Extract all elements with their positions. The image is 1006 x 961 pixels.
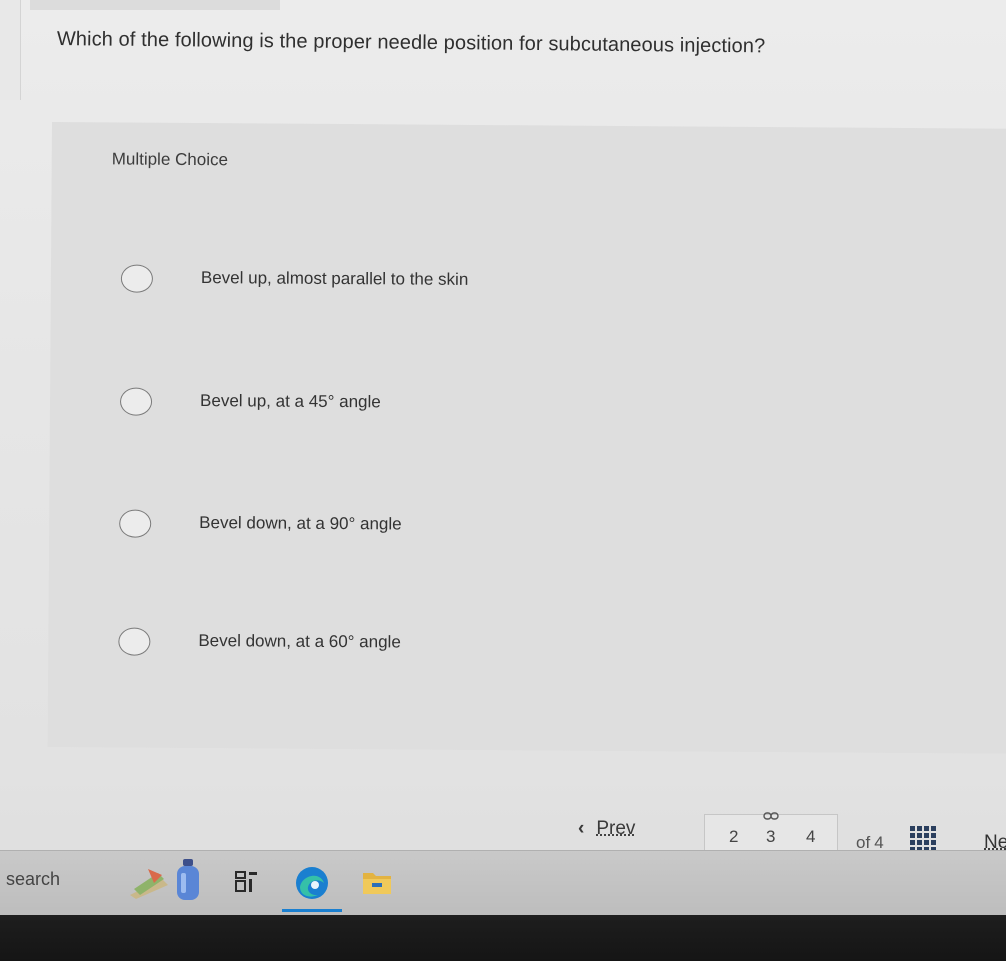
answer-option-1[interactable]: Bevel up, almost parallel to the skin — [120, 262, 921, 308]
link-icon — [763, 809, 779, 824]
page-number-4[interactable]: 4 — [806, 827, 815, 847]
answer-option-label: Bevel down, at a 90° angle — [199, 513, 402, 534]
answer-option-3[interactable]: Bevel down, at a 90° angle — [119, 507, 919, 553]
prev-button[interactable]: ‹ Prev — [578, 818, 635, 840]
radio-button[interactable] — [118, 627, 151, 656]
answer-option-label: Bevel up, almost parallel to the skin — [200, 268, 469, 289]
edge-icon[interactable] — [282, 865, 342, 912]
left-edge-panel — [0, 0, 21, 100]
quiz-page: Which of the following is the proper nee… — [0, 0, 1006, 856]
radio-button[interactable] — [120, 264, 154, 293]
paint-icon[interactable] — [128, 865, 170, 904]
grid-icon[interactable] — [910, 826, 936, 852]
chevron-left-icon: ‹ — [578, 818, 585, 839]
answer-option-4[interactable]: Bevel down, at a 60° angle — [118, 625, 918, 671]
task-view-icon[interactable] — [235, 871, 259, 898]
answer-option-label: Bevel up, at a 45° angle — [199, 391, 381, 412]
page-number-2[interactable]: 2 — [729, 827, 738, 847]
bottle-icon[interactable] — [175, 859, 201, 906]
active-app-indicator — [282, 909, 342, 912]
page-number-3[interactable]: 3 — [766, 827, 775, 847]
question-text: Which of the following is the proper nee… — [56, 28, 766, 58]
screen-bezel — [0, 915, 1006, 961]
multiple-choice-panel: Multiple Choice Bevel up, almost paralle… — [47, 122, 1006, 754]
answer-option-2[interactable]: Bevel up, at a 45° angle — [119, 385, 920, 431]
radio-button[interactable] — [119, 387, 153, 416]
radio-button[interactable] — [119, 509, 152, 538]
taskbar-search[interactable]: search — [6, 869, 60, 890]
question-type-label: Multiple Choice — [111, 149, 229, 170]
top-edge-bar — [30, 0, 280, 10]
taskbar: search — [0, 850, 1006, 916]
question-navigation: ‹ Prev 2 3 4 of 4 Ne — [0, 809, 1006, 856]
answer-option-label: Bevel down, at a 60° angle — [198, 631, 401, 652]
prev-label: Prev — [596, 818, 636, 839]
file-explorer-icon[interactable] — [362, 869, 392, 900]
